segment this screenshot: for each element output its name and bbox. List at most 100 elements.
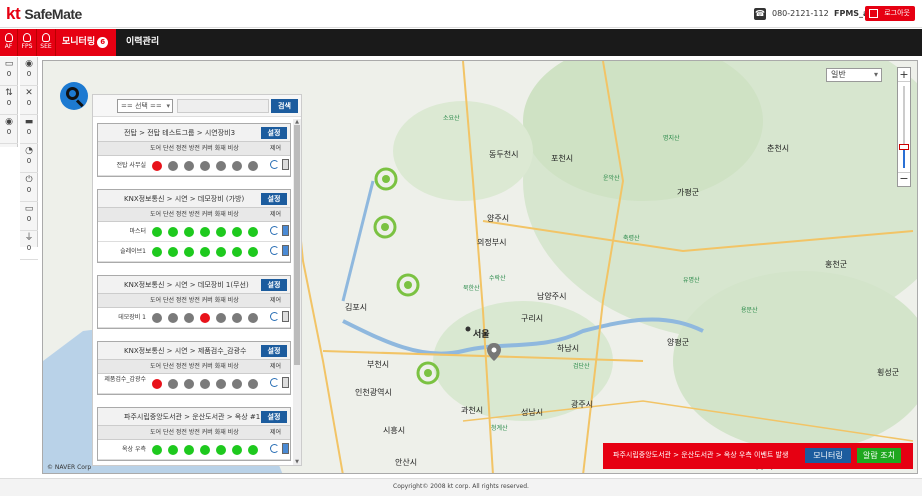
device-name: 제품검수_감광수 (104, 376, 146, 383)
alert-action-button[interactable]: 알람 조치 (857, 448, 901, 463)
sort-icon: ⇅ (5, 88, 13, 98)
document-icon[interactable] (282, 377, 289, 388)
status-dot (200, 247, 210, 257)
document-icon[interactable] (282, 311, 289, 322)
map-label: 안산시 (395, 458, 418, 467)
document-icon[interactable] (282, 443, 289, 454)
settings-button[interactable]: 설정 (261, 127, 287, 139)
refresh-icon[interactable] (270, 312, 279, 321)
sidebar-item-fire[interactable]: ◉ 0 (0, 118, 18, 144)
scrollbar-thumb[interactable] (294, 125, 300, 365)
sensor-icon: ◔ (25, 146, 33, 156)
sidebar-right: ◉ 0 ✕ 0 ▬ 0 ◔ 0 ⏻ 0 ▭ 0 ⏚ 0 (20, 57, 38, 260)
search-button[interactable]: 검색 (271, 99, 298, 113)
status-dot (232, 161, 242, 171)
nav-af-button[interactable]: AF (0, 29, 18, 56)
device-row: 전탑 사무실 (98, 156, 290, 176)
status-dot (248, 227, 258, 237)
map-label: 성남시 (521, 408, 544, 417)
refresh-icon[interactable] (270, 226, 279, 235)
sidebar-item-sort[interactable]: ⇅ 0 (0, 89, 18, 115)
device-row: 슬레이브1 (98, 242, 290, 262)
document-icon[interactable] (282, 225, 289, 236)
header-bar: kt SafeMate ☎ 080-2121-112 FPMS_a 로그아웃 (0, 0, 922, 28)
status-dot (152, 313, 162, 323)
fire-icon: ◉ (25, 59, 33, 69)
map-park-label: 수락산 (489, 275, 506, 282)
search-input[interactable] (177, 99, 269, 113)
panel-search-bar: == 선택 == 검색 (93, 95, 301, 117)
sidebar-left: ▭ 0 ⇅ 0 ◉ 0 (0, 57, 18, 147)
sidebar-item-device[interactable]: ▬ 0 (20, 118, 38, 144)
map-label: 인천광역시 (355, 388, 392, 397)
status-dots (152, 161, 264, 171)
status-dots (152, 247, 264, 257)
sidebar-item-tools[interactable]: ✕ 0 (20, 89, 38, 115)
sidebar-item-ground[interactable]: ⏚ 0 (20, 234, 38, 260)
status-dot (248, 161, 258, 171)
zoom-slider-handle[interactable] (899, 144, 909, 150)
document-icon[interactable] (282, 159, 289, 170)
map-zoom-control[interactable]: + − (897, 67, 911, 187)
device-name: 데모장비 1 (118, 314, 146, 321)
status-dots (152, 227, 264, 237)
nav-see-button[interactable]: SEE (37, 29, 56, 56)
map-label: 포천시 (551, 154, 574, 163)
status-dot (184, 445, 194, 455)
zoom-in-button[interactable]: + (898, 68, 910, 82)
tab-history[interactable]: 이력관리 (126, 29, 159, 56)
sidebar-item-battery[interactable]: ▭ 0 (20, 205, 38, 231)
status-dot (184, 227, 194, 237)
nav-fps-button[interactable]: FPS (18, 29, 37, 56)
status-dot (232, 445, 242, 455)
alert-monitoring-button[interactable]: 모니터링 (805, 448, 851, 463)
status-dot (232, 313, 242, 323)
search-toggle-button[interactable] (60, 82, 88, 110)
device-card: KNX정보통신 > 시연 > 데모장비 (가방) 설정 도어 단선 정전 방전 … (97, 189, 291, 263)
settings-button[interactable]: 설정 (261, 279, 287, 291)
settings-button[interactable]: 설정 (261, 345, 287, 357)
refresh-icon[interactable] (270, 160, 279, 169)
status-dot (168, 445, 178, 455)
kt-safemate-logo[interactable]: kt SafeMate (6, 4, 82, 24)
map-park-label: 용문산 (741, 307, 758, 314)
settings-button[interactable]: 설정 (261, 411, 287, 423)
status-dots (152, 313, 264, 323)
settings-button[interactable]: 설정 (261, 193, 287, 205)
status-dot (248, 379, 258, 389)
status-dot (200, 379, 210, 389)
plug-icon: ⏻ (25, 175, 33, 185)
status-dot (152, 161, 162, 171)
refresh-icon[interactable] (270, 378, 279, 387)
tools-icon: ✕ (25, 88, 33, 98)
status-dot (216, 445, 226, 455)
refresh-icon[interactable] (270, 246, 279, 255)
status-dot (184, 379, 194, 389)
sidebar-item-sensor[interactable]: ◔ 0 (20, 147, 38, 173)
monitoring-count-badge: 6 (97, 37, 109, 48)
map-label: 구리시 (521, 314, 544, 323)
logout-button[interactable]: 로그아웃 (865, 6, 915, 21)
panel-scrollbar[interactable]: ▲ ▼ (293, 119, 301, 465)
zoom-out-button[interactable]: − (898, 172, 910, 186)
map-type-select[interactable]: 일반 (826, 68, 882, 82)
sidebar-item-power[interactable]: ⏻ 0 (20, 176, 38, 202)
status-dot (232, 227, 242, 237)
fire-icon (4, 33, 13, 42)
document-icon[interactable] (282, 245, 289, 256)
scroll-down-icon[interactable]: ▼ (293, 459, 301, 465)
tab-monitoring[interactable]: 모니터링 6 (56, 29, 116, 56)
map-label: 광주시 (571, 400, 594, 409)
refresh-icon[interactable] (270, 444, 279, 453)
map-park-label: 소요산 (443, 115, 460, 122)
footer-copyright: Copyright© 2008 kt corp. All rights rese… (0, 478, 922, 496)
status-dot (200, 313, 210, 323)
sidebar-item-folder[interactable]: ▭ 0 (0, 60, 18, 86)
sidebar-item-fire-alarm[interactable]: ◉ 0 (20, 60, 38, 86)
status-dot (152, 379, 162, 389)
phone-icon: ☎ (754, 8, 766, 20)
group-select[interactable]: == 선택 == (117, 99, 173, 113)
status-dot (152, 445, 162, 455)
status-dot (216, 227, 226, 237)
device-name: 슬레이브1 (120, 248, 146, 255)
